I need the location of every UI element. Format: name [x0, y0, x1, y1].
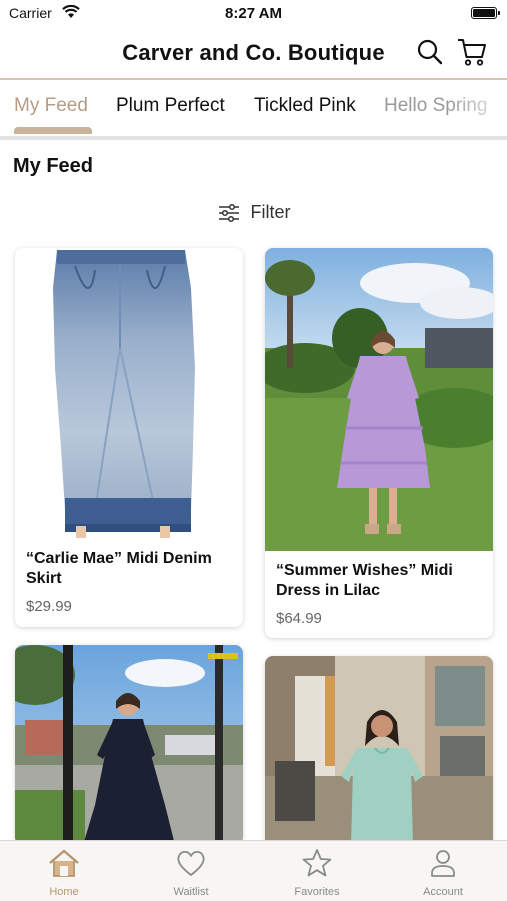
product-card[interactable]: [15, 645, 243, 845]
status-bar: Carrier 8:27 AM: [0, 0, 507, 28]
product-price: $64.99: [276, 610, 322, 627]
battery-icon: [471, 7, 500, 19]
tab-label: Favorites: [294, 886, 340, 898]
tab-label: Account: [423, 886, 463, 898]
clock: 8:27 AM: [225, 5, 282, 22]
product-name: “Summer Wishes” Midi Dress in Lilac: [276, 562, 453, 599]
product-price: $29.99: [26, 598, 72, 615]
product-image: [265, 656, 493, 846]
filter-label: Filter: [250, 202, 291, 222]
cart-button[interactable]: [456, 36, 488, 68]
tab-account[interactable]: Account: [393, 847, 493, 898]
tabs-fade: [447, 80, 507, 132]
product-image: [15, 248, 243, 538]
search-button[interactable]: [414, 36, 446, 68]
cart-icon: [458, 39, 486, 66]
page-title: My Feed: [13, 155, 94, 177]
tab-plum-perfect[interactable]: Plum Perfect: [116, 95, 225, 117]
person-icon: [431, 850, 455, 877]
filter-button[interactable]: Filter: [0, 202, 507, 223]
product-card[interactable]: [265, 656, 493, 846]
tab-label: Waitlist: [173, 886, 209, 898]
search-icon: [417, 39, 443, 65]
tab-my-feed[interactable]: My Feed: [14, 95, 88, 117]
tab-home[interactable]: Home: [14, 847, 114, 898]
active-tab-indicator: [14, 127, 92, 134]
tab-tickled-pink[interactable]: Tickled Pink: [254, 95, 356, 117]
tab-waitlist[interactable]: Waitlist: [141, 847, 241, 898]
product-image: [15, 645, 243, 845]
tab-favorites[interactable]: Favorites: [267, 847, 367, 898]
heart-icon: [177, 850, 205, 876]
product-card[interactable]: “Carlie Mae” Midi Denim Skirt $29.99: [15, 248, 243, 627]
product-image: [265, 248, 493, 551]
home-icon: [49, 849, 79, 877]
category-tabs: My Feed Plum Perfect Tickled Pink Hello …: [0, 80, 507, 140]
bottom-tab-bar: Home Waitlist Favorites Account: [0, 840, 507, 901]
product-card[interactable]: “Summer Wishes” Midi Dress in Lilac $64.…: [265, 248, 493, 638]
product-name: “Carlie Mae” Midi Denim Skirt: [26, 550, 212, 587]
app-header: Carver and Co. Boutique: [0, 28, 507, 80]
tab-label: Home: [49, 886, 79, 898]
filter-icon: [218, 203, 239, 222]
star-icon: [302, 849, 332, 877]
